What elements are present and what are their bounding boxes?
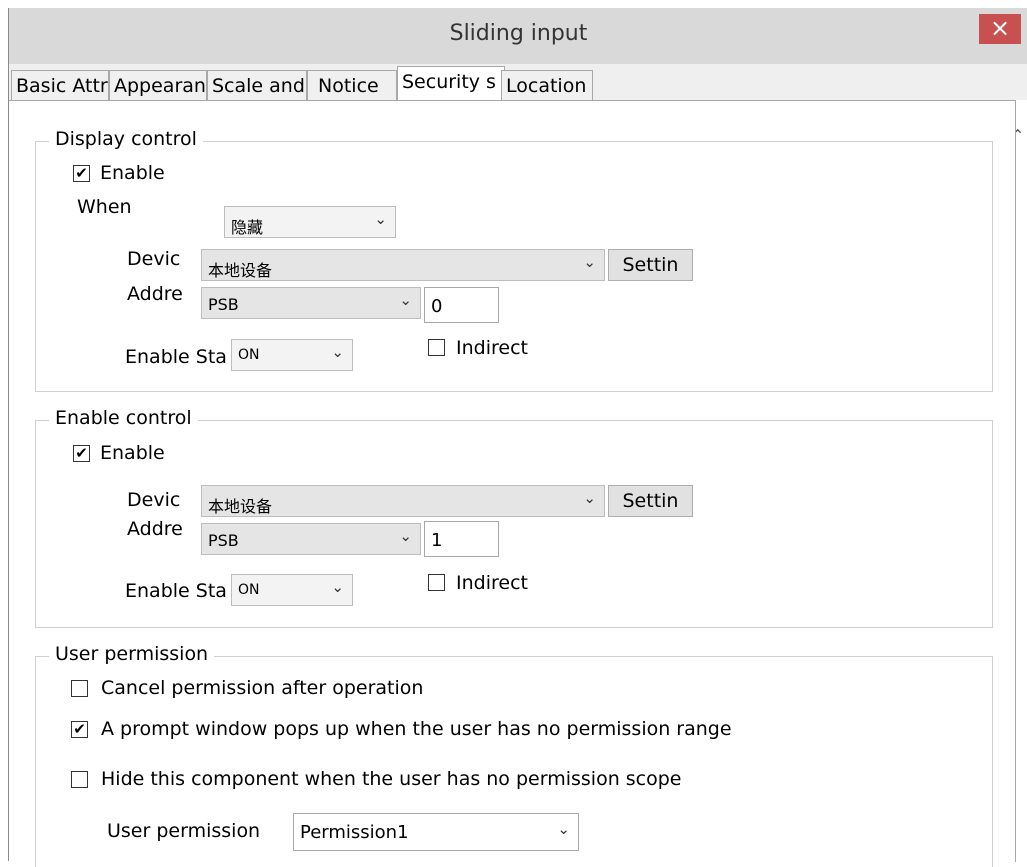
tab-scale[interactable]: Scale and: [207, 70, 307, 100]
display-enable-label: Enable: [100, 162, 165, 184]
enable-device-select[interactable]: 本地设备 ⌄: [201, 485, 605, 517]
enable-device-label: Devic: [127, 489, 181, 511]
tab-security[interactable]: Security s: [397, 66, 505, 101]
user-permission-value: Permission1: [300, 822, 409, 843]
chevron-down-icon: ⌄: [331, 578, 344, 596]
display-address-type-value: PSB: [208, 295, 239, 314]
display-indirect-label: Indirect: [456, 337, 528, 359]
enable-control-label: Enable: [100, 442, 165, 464]
tab-basic-attributes[interactable]: Basic Attri: [11, 70, 109, 100]
prompt-window-checkbox[interactable]: ✔: [71, 721, 88, 738]
close-icon: ×: [989, 14, 1011, 42]
user-permission-select[interactable]: Permission1 ⌄: [293, 813, 579, 851]
chevron-down-icon: ⌄: [399, 527, 412, 545]
checkmark-icon: ✔: [75, 164, 88, 182]
dialog-window: Sliding input × Basic Attri Appearan Sca…: [8, 8, 1027, 867]
chevron-down-icon: ⌄: [583, 489, 596, 507]
cancel-permission-label: Cancel permission after operation: [101, 677, 424, 699]
display-control-legend: Display control: [49, 128, 203, 150]
tab-bar: Basic Attri Appearan Scale and Notice Se…: [9, 64, 1027, 145]
tab-location[interactable]: Location: [501, 70, 593, 100]
when-select[interactable]: 隐藏 ⌄: [224, 206, 396, 238]
display-settings-button[interactable]: Settin: [608, 249, 693, 281]
enable-settings-button[interactable]: Settin: [608, 485, 693, 517]
enable-address-type-select[interactable]: PSB ⌄: [201, 523, 421, 555]
chevron-down-icon: ⌄: [399, 291, 412, 309]
tab-notice[interactable]: Notice: [307, 70, 397, 100]
display-indirect-checkbox[interactable]: [428, 339, 445, 356]
title-bar: Sliding input ×: [9, 8, 1027, 64]
when-label: When: [77, 196, 132, 218]
close-button[interactable]: ×: [979, 14, 1021, 44]
hide-component-label: Hide this component when the user has no…: [101, 768, 682, 790]
display-enable-checkbox[interactable]: ✔: [73, 165, 90, 182]
display-address-type-select[interactable]: PSB ⌄: [201, 287, 421, 319]
cancel-permission-checkbox[interactable]: [71, 680, 88, 697]
display-enable-state-label: Enable Sta: [125, 346, 227, 368]
tab-appearance[interactable]: Appearan: [109, 70, 207, 100]
enable-address-type-value: PSB: [208, 531, 239, 550]
checkmark-icon: ✔: [75, 444, 88, 462]
display-address-input[interactable]: 0: [424, 287, 499, 323]
chevron-down-icon: ⌄: [331, 343, 344, 361]
window-title: Sliding input: [449, 21, 588, 46]
display-enable-state-value: ON: [238, 347, 260, 363]
user-permission-legend: User permission: [49, 643, 215, 665]
enable-state-label: Enable Sta: [125, 580, 227, 602]
enable-indirect-label: Indirect: [456, 572, 528, 594]
enable-address-value: 1: [431, 530, 443, 551]
user-permission-select-label: User permission: [107, 820, 261, 842]
display-enable-state-select[interactable]: ON ⌄: [231, 339, 353, 371]
enable-control-checkbox[interactable]: ✔: [73, 445, 90, 462]
enable-device-value: 本地设备: [208, 497, 273, 516]
enable-address-label: Addre: [127, 518, 183, 540]
prompt-window-label: A prompt window pops up when the user ha…: [101, 718, 732, 740]
display-address-label: Addre: [127, 283, 183, 305]
display-device-value: 本地设备: [208, 261, 273, 280]
hide-component-checkbox[interactable]: [71, 771, 88, 788]
enable-indirect-checkbox[interactable]: [428, 574, 445, 591]
enable-address-input[interactable]: 1: [424, 521, 499, 557]
display-device-label: Devic: [127, 248, 181, 270]
when-value: 隐藏: [231, 218, 264, 237]
checkmark-icon: ✔: [73, 720, 86, 738]
display-device-select[interactable]: 本地设备 ⌄: [201, 249, 605, 281]
chevron-down-icon: ⌄: [583, 253, 596, 271]
enable-state-select[interactable]: ON ⌄: [231, 574, 353, 606]
enable-state-value: ON: [238, 582, 260, 598]
chevron-down-icon: ⌄: [374, 210, 387, 228]
chevron-down-icon: ⌄: [557, 820, 570, 838]
display-address-value: 0: [431, 296, 443, 317]
enable-control-legend: Enable control: [49, 407, 198, 429]
security-settings-panel: Display control ✔ Enable When 隐藏 ⌄ Devic…: [9, 100, 1016, 867]
